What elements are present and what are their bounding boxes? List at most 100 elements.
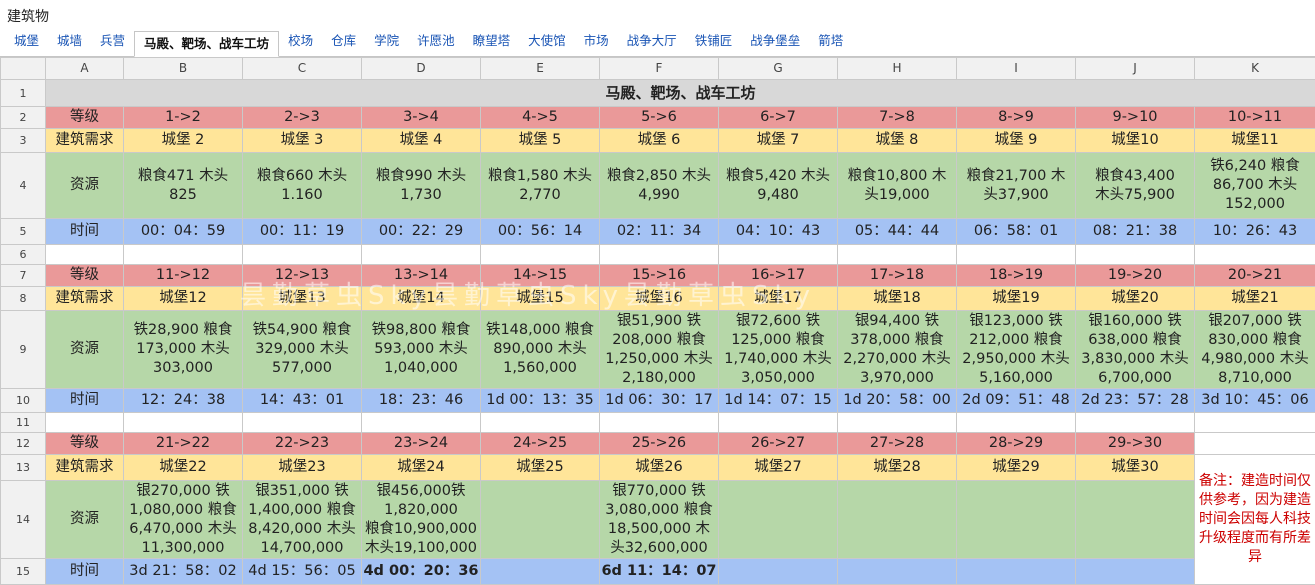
empty-cell[interactable] — [599, 244, 719, 265]
requirement-cell[interactable]: 城堡13 — [242, 286, 362, 311]
requirement-cell[interactable]: 城堡24 — [361, 454, 481, 481]
empty-cell[interactable] — [242, 244, 362, 265]
level-cell[interactable]: 22->23 — [242, 432, 362, 455]
requirement-cell[interactable]: 城堡23 — [242, 454, 362, 481]
requirement-cell[interactable]: 城堡27 — [718, 454, 838, 481]
level-cell[interactable]: 24->25 — [480, 432, 600, 455]
requirement-label[interactable]: 建筑需求 — [45, 454, 124, 481]
level-cell[interactable]: 21->22 — [123, 432, 243, 455]
note-cell[interactable]: 备注：建造时间仅供参考，因为建造时间会因每人科技升级程度而有所差异 — [1194, 454, 1315, 585]
time-cell[interactable]: 00：04：59 — [123, 218, 243, 245]
level-cell[interactable]: 9->10 — [1075, 106, 1195, 129]
level-label[interactable]: 等级 — [45, 432, 124, 455]
level-cell[interactable]: 4->5 — [480, 106, 600, 129]
level-cell[interactable]: 25->26 — [599, 432, 719, 455]
tab-11[interactable]: 战争大厅 — [618, 30, 686, 56]
time-cell[interactable] — [718, 558, 838, 585]
column-header[interactable]: A — [45, 57, 124, 80]
empty-cell[interactable] — [242, 412, 362, 433]
row-header[interactable]: 10 — [0, 388, 46, 413]
resource-cell[interactable]: 银770,000 铁 3,080,000 粮食 18,500,000 木 头32… — [599, 480, 719, 559]
requirement-cell[interactable]: 城堡16 — [599, 286, 719, 311]
empty-cell[interactable] — [45, 244, 124, 265]
tab-1[interactable]: 城墙 — [48, 30, 91, 56]
time-cell[interactable]: 12：24：38 — [123, 388, 243, 413]
time-cell[interactable]: 6d 11：14：07 — [599, 558, 719, 585]
resource-label[interactable]: 资源 — [45, 152, 124, 219]
level-label[interactable]: 等级 — [45, 106, 124, 129]
requirement-cell[interactable]: 城堡14 — [361, 286, 481, 311]
requirement-cell[interactable]: 城堡 5 — [480, 128, 600, 153]
time-cell[interactable]: 14：43：01 — [242, 388, 362, 413]
row-header[interactable]: 4 — [0, 152, 46, 219]
tab-13[interactable]: 战争堡垒 — [741, 30, 809, 56]
empty-cell[interactable] — [837, 412, 957, 433]
column-header[interactable]: J — [1075, 57, 1195, 80]
level-cell[interactable]: 11->12 — [123, 264, 243, 287]
time-cell[interactable]: 1d 20：58：00 — [837, 388, 957, 413]
resource-cell[interactable] — [1075, 480, 1195, 559]
requirement-cell[interactable]: 城堡11 — [1194, 128, 1315, 153]
row-header[interactable]: 7 — [0, 264, 46, 287]
row-header[interactable]: 14 — [0, 480, 46, 559]
time-cell[interactable]: 1d 14：07：15 — [718, 388, 838, 413]
level-cell[interactable]: 10->11 — [1194, 106, 1315, 129]
empty-cell[interactable] — [718, 412, 838, 433]
sheet-title[interactable]: 马殿、靶场、战车工坊 — [45, 79, 1315, 107]
empty-cell[interactable] — [480, 412, 600, 433]
tab-4[interactable]: 校场 — [279, 30, 322, 56]
level-cell[interactable]: 23->24 — [361, 432, 481, 455]
level-cell[interactable]: 27->28 — [837, 432, 957, 455]
tab-5[interactable]: 仓库 — [322, 30, 365, 56]
level-cell[interactable]: 12->13 — [242, 264, 362, 287]
row-header[interactable]: 6 — [0, 244, 46, 265]
column-header[interactable]: K — [1194, 57, 1315, 80]
level-cell[interactable]: 2->3 — [242, 106, 362, 129]
row-header[interactable]: 8 — [0, 286, 46, 311]
resource-cell[interactable] — [956, 480, 1076, 559]
empty-cell[interactable] — [599, 412, 719, 433]
requirement-cell[interactable]: 城堡26 — [599, 454, 719, 481]
row-header[interactable]: 2 — [0, 106, 46, 129]
empty-cell[interactable] — [1194, 244, 1315, 265]
time-label[interactable]: 时间 — [45, 558, 124, 585]
level-cell[interactable]: 13->14 — [361, 264, 481, 287]
empty-cell[interactable] — [480, 244, 600, 265]
resource-cell[interactable]: 铁148,000 粮食 890,000 木头 1,560,000 — [480, 310, 600, 389]
time-cell[interactable]: 4d 00：20：36 — [361, 558, 481, 585]
tab-3[interactable]: 马殿、靶场、战车工坊 — [134, 31, 280, 57]
resource-cell[interactable] — [480, 480, 600, 559]
empty-cell[interactable] — [123, 412, 243, 433]
time-cell[interactable]: 00：11：19 — [242, 218, 362, 245]
resource-cell[interactable]: 铁98,800 粮食 593,000 木头 1,040,000 — [361, 310, 481, 389]
time-cell[interactable]: 3d 10：45：06 — [1194, 388, 1315, 413]
resource-cell[interactable]: 银72,600 铁 125,000 粮食 1,740,000 木头 3,050,… — [718, 310, 838, 389]
time-cell[interactable] — [480, 558, 600, 585]
level-cell[interactable]: 20->21 — [1194, 264, 1315, 287]
requirement-cell[interactable]: 城堡12 — [123, 286, 243, 311]
resource-cell[interactable]: 银207,000 铁 830,000 粮食 4,980,000 木头 8,710… — [1194, 310, 1315, 389]
requirement-cell[interactable]: 城堡28 — [837, 454, 957, 481]
level-cell[interactable]: 14->15 — [480, 264, 600, 287]
level-cell[interactable]: 26->27 — [718, 432, 838, 455]
empty-cell[interactable] — [361, 244, 481, 265]
resource-cell[interactable]: 铁54,900 粮食 329,000 木头 577,000 — [242, 310, 362, 389]
corner-cell[interactable] — [0, 57, 46, 80]
tab-6[interactable]: 学院 — [365, 30, 408, 56]
level-cell[interactable]: 15->16 — [599, 264, 719, 287]
row-header[interactable]: 11 — [0, 412, 46, 433]
time-cell[interactable]: 2d 23：57：28 — [1075, 388, 1195, 413]
column-header[interactable]: G — [718, 57, 838, 80]
requirement-cell[interactable]: 城堡19 — [956, 286, 1076, 311]
time-cell[interactable]: 00：56：14 — [480, 218, 600, 245]
time-cell[interactable]: 2d 09：51：48 — [956, 388, 1076, 413]
column-header[interactable]: H — [837, 57, 957, 80]
empty-cell[interactable] — [1194, 412, 1315, 433]
resource-cell[interactable]: 粮食5,420 木头 9,480 — [718, 152, 838, 219]
time-cell[interactable]: 06：58：01 — [956, 218, 1076, 245]
row-header[interactable]: 9 — [0, 310, 46, 389]
tab-8[interactable]: 瞭望塔 — [464, 30, 520, 56]
resource-cell[interactable]: 粮食43,400 木头75,900 — [1075, 152, 1195, 219]
requirement-cell[interactable]: 城堡 8 — [837, 128, 957, 153]
level-cell[interactable]: 28->29 — [956, 432, 1076, 455]
